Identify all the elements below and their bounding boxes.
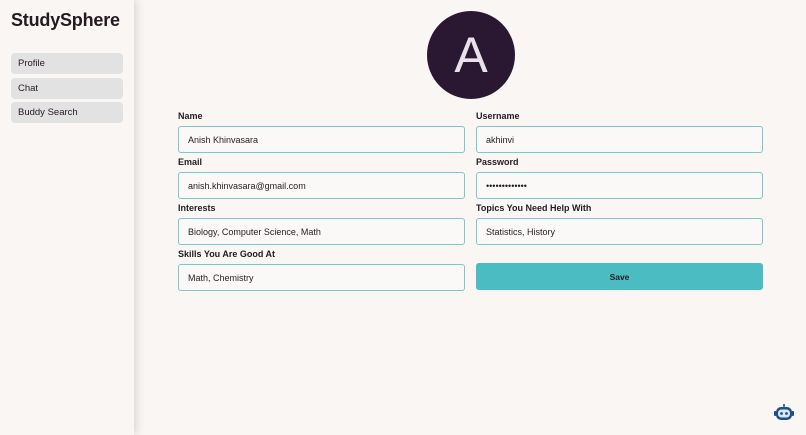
email-field[interactable] [178, 172, 465, 199]
profile-page: A Name Username Email Password Interests… [134, 0, 806, 435]
username-label: Username [476, 111, 520, 121]
password-field[interactable] [476, 172, 763, 199]
email-label: Email [178, 157, 203, 167]
topics-group: Topics You Need Help With [476, 202, 763, 245]
interests-field[interactable] [178, 218, 465, 245]
avatar[interactable]: A [427, 11, 515, 99]
username-group: Username [476, 110, 763, 153]
sidebar-item-chat[interactable]: Chat [11, 77, 123, 99]
name-label: Name [178, 111, 203, 121]
sidebar-nav: Profile Chat Buddy Search [11, 53, 123, 127]
skills-field[interactable] [178, 264, 465, 291]
skills-label: Skills You Are Good At [178, 249, 276, 259]
skills-group: Skills You Are Good At [178, 248, 465, 291]
name-field[interactable] [178, 126, 465, 153]
sidebar: StudySphere Profile Chat Buddy Search [0, 0, 134, 435]
password-label: Password [476, 157, 519, 167]
name-group: Name [178, 110, 465, 153]
topics-field[interactable] [476, 218, 763, 245]
email-group: Email [178, 156, 465, 199]
interests-group: Interests [178, 202, 465, 245]
app-title: StudySphere [11, 10, 120, 30]
sidebar-item-buddy-search[interactable]: Buddy Search [11, 102, 123, 123]
interests-label: Interests [178, 203, 216, 213]
username-field[interactable] [476, 126, 763, 153]
avatar-letter: A [454, 27, 488, 83]
topics-label: Topics You Need Help With [476, 203, 592, 213]
save-button[interactable]: Save [476, 263, 763, 290]
sidebar-item-profile[interactable]: Profile [11, 53, 123, 74]
password-group: Password [476, 156, 763, 199]
robot-icon[interactable] [773, 404, 795, 422]
